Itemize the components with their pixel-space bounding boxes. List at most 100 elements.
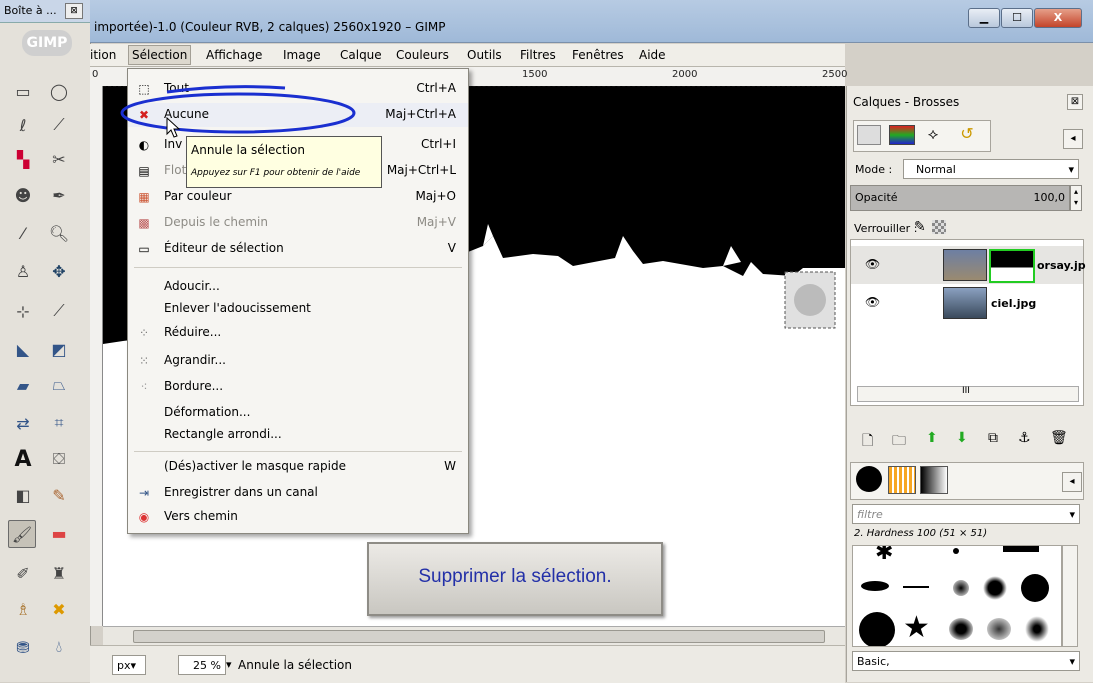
menu-affichage[interactable]: Affichage [206, 48, 262, 62]
duplicate-layer-icon[interactable]: ⧉ [988, 430, 998, 446]
brush-grid[interactable]: ✱ ★ [852, 545, 1062, 647]
brush-item[interactable] [1021, 574, 1049, 602]
fuzzy-select-tool-icon[interactable]: ⟋ [46, 112, 72, 138]
menu-filtres[interactable]: Filtres [520, 48, 556, 62]
opacity-slider[interactable]: Opacité 100,0 [850, 185, 1070, 211]
rotate-tool-icon[interactable]: ◣ [10, 336, 36, 362]
tab-gradients-icon[interactable] [920, 466, 948, 494]
eraser-tool-icon[interactable]: ▬ [46, 520, 72, 546]
heal-tool-icon[interactable]: ✖ [46, 596, 72, 622]
menu-selection[interactable]: Sélection [128, 45, 192, 65]
dock-menu-icon[interactable]: ◂ [1063, 129, 1083, 149]
anchor-layer-icon[interactable]: ⚓︎ [1018, 430, 1031, 446]
maximize-icon[interactable]: ☐ [1001, 8, 1033, 28]
cage-tool-icon[interactable]: ⌗ [46, 410, 72, 436]
color-picker-tool-icon[interactable]: ⁄ [10, 220, 36, 246]
pencil-tool-icon[interactable]: ✎ [46, 482, 72, 508]
blur-tool-icon[interactable]: 💧︎ [46, 634, 72, 660]
visibility-eye-icon[interactable]: 👁︎ [865, 257, 880, 271]
raise-layer-icon[interactable]: ⬆ [926, 430, 938, 446]
brush-item[interactable] [1003, 546, 1039, 552]
layer-mask-thumbnail[interactable] [989, 249, 1035, 283]
airbrush-tool-icon[interactable]: ✐ [10, 560, 36, 586]
new-group-icon[interactable]: 🗀︎ [892, 430, 906, 454]
ink-tool-icon[interactable]: ♜ [46, 560, 72, 586]
menu-item-enlever-adoucissement[interactable]: Enlever l'adoucissement [128, 297, 468, 321]
measure-tool-icon[interactable]: ♙ [10, 258, 36, 284]
tab-channels-icon[interactable] [889, 125, 915, 145]
menu-item-editeur-selection[interactable]: ▭ Éditeur de sélection V [128, 237, 468, 261]
blend-tool-icon[interactable]: ◧ [10, 482, 36, 508]
paintbrush-tool-icon[interactable]: 🖌︎ [8, 520, 36, 548]
scale-tool-icon[interactable]: ◩ [46, 336, 72, 362]
color-select-tool-icon[interactable]: ▚ [10, 146, 36, 172]
menu-item-reduire[interactable]: ⁘ Réduire... [128, 321, 468, 345]
menu-item-par-couleur[interactable]: ▦ Par couleur Maj+O [128, 185, 468, 209]
brush-item[interactable] [953, 548, 959, 554]
brush-item[interactable] [949, 618, 973, 640]
menu-item-enregistrer-canal[interactable]: ⇥ Enregistrer dans un canal [128, 481, 468, 505]
menu-calque[interactable]: Calque [340, 48, 382, 62]
horizontal-scrollbar[interactable] [103, 626, 845, 645]
brush-item[interactable] [861, 581, 889, 591]
perspective-clone-tool-icon[interactable]: ⛃ [10, 634, 36, 660]
rect-select-tool-icon[interactable]: ▭ [10, 78, 36, 104]
align-tool-icon[interactable]: ⊹ [10, 298, 36, 324]
new-layer-icon[interactable]: 🗋︎ [862, 430, 873, 454]
minimize-icon[interactable]: ▁ [968, 8, 1000, 28]
vertical-ruler[interactable] [90, 86, 103, 626]
tab-brushes-icon[interactable] [856, 466, 882, 492]
perspective-tool-icon[interactable]: ⏢ [46, 372, 72, 398]
scrollbar-thumb[interactable] [133, 630, 825, 643]
menu-item-vers-chemin[interactable]: ◉ Vers chemin [128, 505, 468, 529]
toolbox-close-icon[interactable]: ⊠ [65, 3, 83, 19]
menu-item-agrandir[interactable]: ⁙ Agrandir... [128, 349, 468, 373]
menu-couleurs[interactable]: Couleurs [396, 48, 449, 62]
lower-layer-icon[interactable]: ⬇ [956, 430, 968, 446]
layer-row-ciel[interactable]: 👁︎ ciel.jpg [851, 284, 1083, 322]
brushes-menu-icon[interactable]: ◂ [1062, 472, 1082, 492]
brush-item[interactable] [1025, 616, 1049, 642]
zoom-select[interactable]: 25 % [178, 655, 226, 675]
opacity-spinner-icon[interactable]: ▴ ▾ [1070, 185, 1082, 211]
dropdown-arrow-icon[interactable]: ▾ [226, 658, 232, 671]
shear-tool-icon[interactable]: ▰ [10, 372, 36, 398]
menu-edition[interactable]: ition [90, 48, 116, 62]
menu-item-rectangle-arrondi[interactable]: Rectangle arrondi... [128, 423, 468, 447]
brush-item[interactable] [859, 612, 895, 646]
free-select-tool-icon[interactable]: ℓ [10, 112, 36, 138]
scissors-tool-icon[interactable]: ✂ [46, 146, 72, 172]
menu-item-masque-rapide[interactable]: (Dés)activer le masque rapide W [128, 455, 468, 479]
crop-tool-icon[interactable]: ⟋ [46, 298, 72, 324]
brush-item[interactable] [987, 618, 1011, 640]
layers-hscroll[interactable]: III [857, 386, 1079, 402]
brush-filter-input[interactable]: filtre ▾ [852, 504, 1080, 524]
tab-layers-icon[interactable] [857, 125, 881, 145]
move-tool-icon[interactable]: ✥ [46, 258, 72, 284]
foreground-select-tool-icon[interactable]: ☻ [10, 182, 36, 208]
dock-close-icon[interactable]: ⊠ [1067, 94, 1083, 110]
layer-row-orsay[interactable]: 👁︎ orsay.jp [851, 246, 1086, 284]
menu-item-deformation[interactable]: Déformation... [128, 401, 468, 425]
brush-item[interactable]: ✱ [875, 546, 901, 564]
menu-item-adoucir[interactable]: Adoucir... [128, 275, 468, 299]
lock-alpha-icon[interactable] [932, 220, 946, 234]
mode-select[interactable]: Normal ▾ [903, 159, 1079, 179]
lock-pixels-icon[interactable]: ✎ [914, 219, 926, 235]
menu-item-bordure[interactable]: ⁖ Bordure... [128, 375, 468, 399]
menu-item-depuis-chemin[interactable]: ▩ Depuis le chemin Maj+V [128, 211, 468, 235]
tab-undo-icon[interactable]: ↺ [955, 124, 979, 144]
paths-tool-icon[interactable]: ✒ [46, 182, 72, 208]
ellipse-select-tool-icon[interactable]: ◯ [46, 78, 72, 104]
brush-item[interactable]: ★ [903, 613, 931, 643]
brush-grid-scrollbar[interactable] [1062, 545, 1078, 647]
tab-paths-icon[interactable]: ⟡ [921, 124, 945, 144]
brush-item[interactable] [903, 586, 929, 588]
brush-item[interactable] [953, 580, 969, 596]
bucket-fill-tool-icon[interactable]: ⛋ [46, 446, 72, 472]
brush-preset-select[interactable]: Basic, ▾ [852, 651, 1080, 671]
delete-layer-icon[interactable]: 🗑︎ [1050, 430, 1068, 446]
menu-outils[interactable]: Outils [467, 48, 502, 62]
close-icon[interactable]: X [1034, 8, 1082, 28]
brush-item[interactable] [983, 576, 1007, 600]
